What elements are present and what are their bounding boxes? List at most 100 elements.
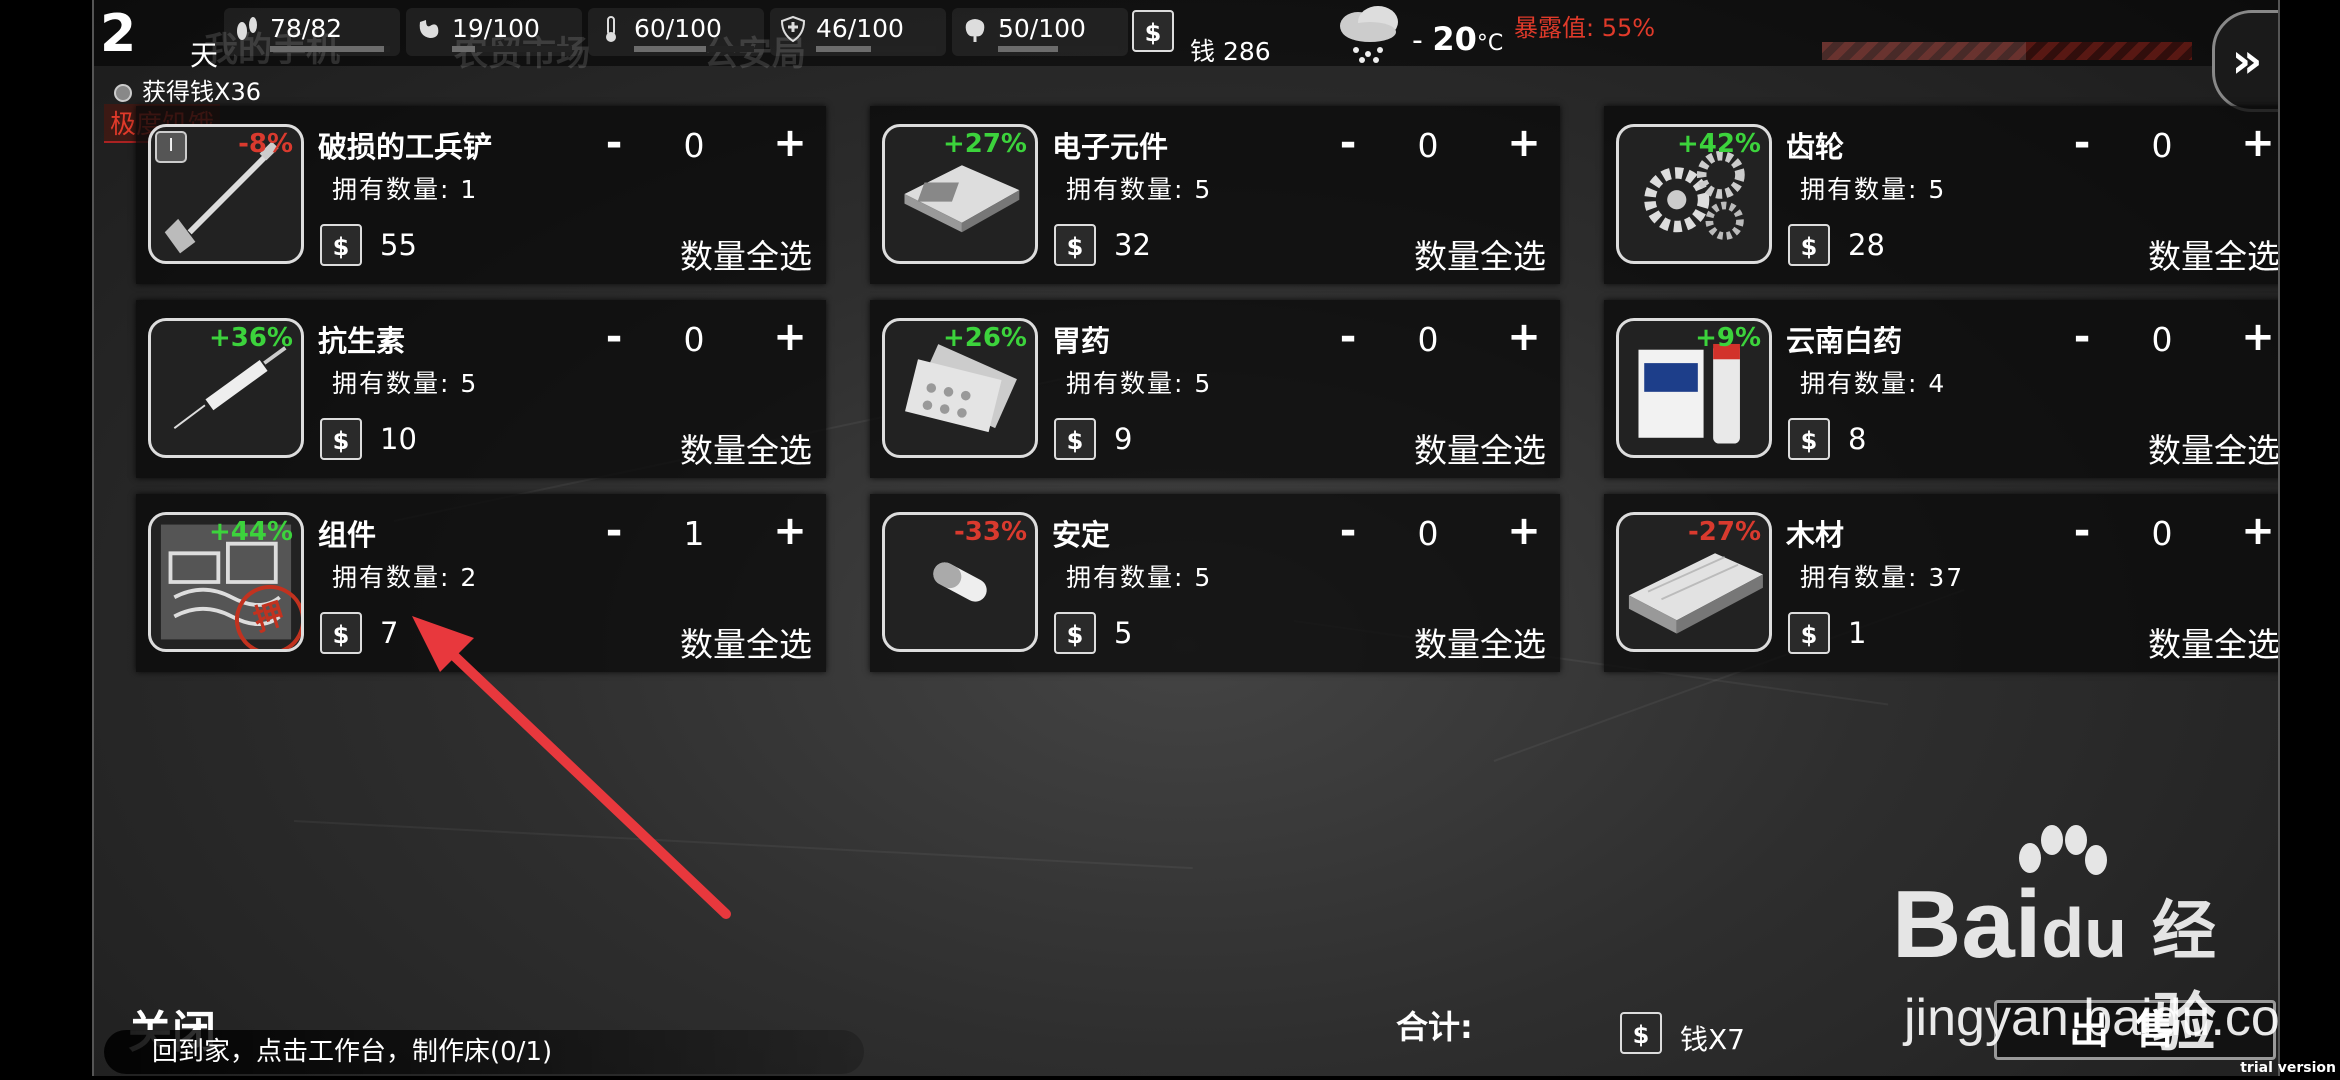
select-all-button[interactable]: 数量全选 [1414, 618, 1546, 666]
item-image-frame[interactable]: I -8% [148, 124, 304, 264]
decrease-button[interactable]: - [2062, 120, 2102, 166]
increase-button[interactable]: + [1504, 314, 1544, 360]
item-image-frame[interactable]: +36% [148, 318, 304, 458]
item-card: +42% 齿轮 拥有数量: 5 $28 - 0 + 数量全选 [1604, 106, 2278, 284]
item-card: +26% 胃药 拥有数量: 5 $9 - 0 + 数量全选 [870, 300, 1560, 478]
decrease-button[interactable]: - [594, 508, 634, 554]
health-stat: 46/100 [770, 8, 946, 56]
stomach-icon [419, 20, 439, 38]
select-all-button[interactable]: 数量全选 [680, 424, 812, 472]
decrease-button[interactable]: - [594, 120, 634, 166]
total-money-icon: $ [1620, 1012, 1662, 1054]
quest-hint[interactable]: 回到家，点击工作台，制作床(0/1) [104, 1030, 864, 1074]
decrease-button[interactable]: - [594, 314, 634, 360]
item-image-frame[interactable]: +9% [1616, 318, 1772, 458]
watermark-brand: Baidu [1892, 871, 2127, 978]
item-card: 押 +44% 组件 拥有数量: 2 $7 - 1 + 数量全选 [136, 494, 826, 672]
item-name: 组件 [318, 518, 377, 552]
increase-button[interactable]: + [770, 314, 810, 360]
item-name: 抗生素 [318, 324, 406, 358]
price-change: -33% [953, 517, 1027, 547]
select-all-button[interactable]: 数量全选 [1414, 230, 1546, 278]
sell-quantity: 0 [1417, 126, 1439, 165]
day-number: 2 [100, 4, 137, 64]
price-change: +9% [1695, 323, 1761, 353]
decrease-button[interactable]: - [1328, 508, 1368, 554]
warmth-stat: 60/100 [588, 8, 764, 56]
item-price: 9 [1114, 422, 1133, 456]
hunger-stat: 19/100 [406, 8, 582, 56]
item-price: 5 [1114, 616, 1133, 650]
shovel-icon [151, 141, 301, 261]
price-change: +27% [942, 129, 1027, 159]
increase-button[interactable]: + [2238, 120, 2278, 166]
sell-quantity: 0 [2151, 514, 2173, 553]
money-icon: $ [1054, 612, 1096, 654]
sell-quantity: 0 [2151, 126, 2173, 165]
select-all-button[interactable]: 数量全选 [2148, 230, 2278, 278]
increase-button[interactable]: + [770, 508, 810, 554]
total-value: 钱X7 [1680, 1023, 1745, 1056]
money-icon: $ [1788, 418, 1830, 460]
sell-quantity: 1 [683, 514, 705, 553]
decrease-button[interactable]: - [2062, 508, 2102, 554]
decrease-button[interactable]: - [2062, 314, 2102, 360]
sell-quantity: 0 [683, 320, 705, 359]
hunger-value: 19/100 [452, 14, 540, 43]
increase-button[interactable]: + [1504, 120, 1544, 166]
item-name: 电子元件 [1052, 130, 1169, 164]
increase-button[interactable]: + [2238, 314, 2278, 360]
item-price: 32 [1114, 228, 1151, 262]
item-image-frame[interactable]: -33% [882, 512, 1038, 652]
trial-version-label: trial version [2240, 1060, 2336, 1076]
shield-heart-icon [780, 15, 806, 43]
select-all-button[interactable]: 数量全选 [2148, 424, 2278, 472]
health-value: 46/100 [816, 14, 904, 43]
select-all-button[interactable]: 数量全选 [680, 618, 812, 666]
status-bar: 2 天 我的手机 农贸市场 公安局 78/82 19/100 60/100 46… [94, 0, 2278, 74]
money-icon: $ [320, 612, 362, 654]
pill-blister-icon [885, 344, 1035, 455]
watermark-url: jingyan.baidu.com [1904, 989, 2280, 1047]
owned-count: 拥有数量: 5 [1066, 369, 1213, 398]
price-change: +36% [208, 323, 293, 353]
money-icon: $ [320, 418, 362, 460]
warmth-bar [634, 46, 706, 52]
item-image-frame[interactable]: +42% [1616, 124, 1772, 264]
price-change: +42% [1676, 129, 1761, 159]
owned-count: 拥有数量: 5 [1066, 563, 1213, 592]
temperature: - 20°C [1412, 20, 1504, 58]
item-image-frame[interactable]: +26% [882, 318, 1038, 458]
decrease-button[interactable]: - [1328, 314, 1368, 360]
item-card: -27% 木材 拥有数量: 37 $1 - 0 + 数量全选 [1604, 494, 2278, 672]
item-name: 破损的工兵铲 [318, 130, 493, 164]
select-all-button[interactable]: 数量全选 [1414, 424, 1546, 472]
item-card: +27% 电子元件 拥有数量: 5 $32 - 0 + 数量全选 [870, 106, 1560, 284]
item-name: 木材 [1786, 518, 1845, 552]
increase-button[interactable]: + [770, 120, 810, 166]
item-name: 安定 [1052, 518, 1111, 552]
select-all-button[interactable]: 数量全选 [680, 230, 812, 278]
warmth-value: 60/100 [634, 14, 722, 43]
owned-count: 拥有数量: 4 [1800, 369, 1947, 398]
decrease-button[interactable]: - [1328, 120, 1368, 166]
item-image-frame[interactable]: 押 +44% [148, 512, 304, 652]
stamina-value: 78/82 [270, 14, 343, 43]
item-price: 1 [1848, 616, 1867, 650]
increase-button[interactable]: + [1504, 508, 1544, 554]
health-bar [816, 46, 872, 52]
capsule-icon [885, 562, 1035, 649]
syringe-icon [151, 346, 301, 455]
thermometer-icon [606, 16, 616, 42]
fast-forward-button[interactable]: » [2212, 10, 2278, 112]
item-image-frame[interactable]: +27% [882, 124, 1038, 264]
circuit-board-icon [885, 165, 1035, 261]
game-screen: 2 天 我的手机 农贸市场 公安局 78/82 19/100 60/100 46… [92, 0, 2280, 1076]
item-image-frame[interactable]: -27% [1616, 512, 1772, 652]
select-all-button[interactable]: 数量全选 [2148, 618, 2278, 666]
item-price: 55 [380, 228, 417, 262]
increase-button[interactable]: + [2238, 508, 2278, 554]
notification: 获得钱X36 [114, 72, 261, 107]
mood-stat: 50/100 [952, 8, 1128, 56]
exposure-bar-fill [1822, 42, 2026, 60]
